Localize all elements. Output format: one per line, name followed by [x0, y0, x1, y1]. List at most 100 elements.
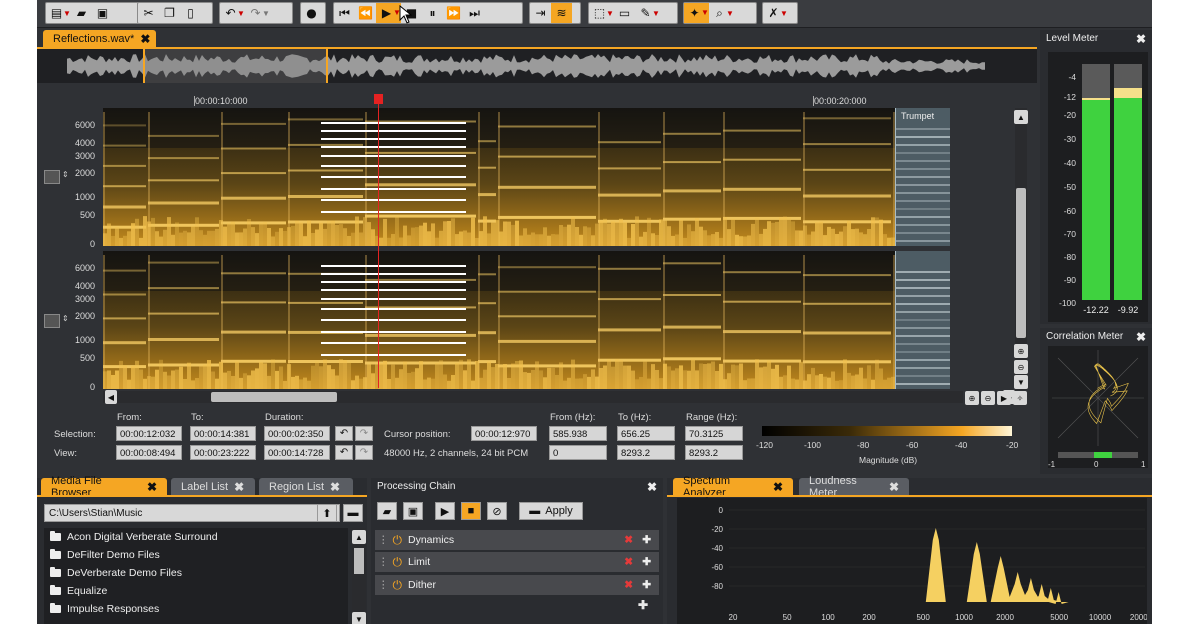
cursor-position-field[interactable]: 00:00:12:970 — [471, 426, 537, 441]
paste-icon[interactable]: ▯ — [180, 3, 201, 23]
record-icon[interactable]: ● — [301, 3, 322, 23]
freq-view-to-field[interactable]: 8293.2 — [617, 445, 675, 460]
bypass-chain-icon[interactable]: ⊘ — [487, 502, 507, 520]
scroll-down-icon[interactable]: ▼ — [1014, 375, 1028, 389]
channel-1-spinner-icon[interactable]: ⇕ — [62, 170, 69, 179]
zoom-in-horizontal-icon[interactable]: ⊕ — [965, 391, 979, 405]
scroll-right-end-icon[interactable]: ▶ — [997, 391, 1011, 405]
horizontal-scroll-thumb[interactable] — [211, 392, 337, 402]
undo-view-icon[interactable]: ↶ — [335, 445, 353, 460]
spectrogram-channel-2[interactable] — [103, 251, 950, 389]
scroll-down-icon[interactable]: ▼ — [352, 612, 366, 624]
remove-icon[interactable]: ✖ — [624, 579, 633, 591]
list-item[interactable]: Impulse Responses — [44, 600, 348, 618]
open-chain-icon[interactable]: ▰ — [377, 502, 397, 520]
chain-item-dynamics[interactable]: ⋮ ⏻ Dynamics ✖ ✚ — [375, 530, 659, 550]
remove-icon[interactable]: ✖ — [624, 556, 633, 568]
view-duration-field[interactable]: 00:00:14:728 — [264, 445, 330, 460]
close-icon[interactable]: ✖ — [140, 32, 150, 46]
view-from-field[interactable]: 00:00:08:494 — [116, 445, 182, 460]
stop-chain-icon[interactable]: ■ — [461, 502, 481, 520]
add-effect-icon[interactable]: ✚ — [638, 598, 648, 612]
power-icon[interactable]: ⏻ — [393, 533, 403, 548]
selection-duration-field[interactable]: 00:00:02:350 — [264, 426, 330, 441]
drag-handle-icon[interactable]: ⋮ — [378, 534, 389, 546]
power-icon[interactable]: ⏻ — [393, 578, 403, 593]
tab-loudness-meter[interactable]: Loudness Meter ✖ — [799, 475, 909, 499]
view-to-field[interactable]: 00:00:23:222 — [190, 445, 256, 460]
scroll-left-icon[interactable]: ◀ — [105, 390, 117, 404]
pause-icon[interactable]: ⏸ — [422, 3, 443, 23]
list-item[interactable]: Acon Digital Verberate Surround — [44, 528, 348, 546]
zoom-tool-icon[interactable]: ▭ — [614, 3, 635, 23]
selection-to-field[interactable]: 00:00:14:381 — [190, 426, 256, 441]
time-ruler[interactable]: 00:00:10:000 00:00:20:000 — [103, 96, 983, 108]
wrench-icon[interactable]: ✧ — [1013, 391, 1027, 405]
zoom-out-icon[interactable]: ⊖ — [1014, 360, 1028, 374]
open-folder-icon[interactable]: ▰ — [71, 3, 92, 23]
undo-selection-icon[interactable]: ↶ — [335, 426, 353, 441]
apply-button[interactable]: ▬ Apply — [519, 502, 583, 520]
zoom-out-horizontal-icon[interactable]: ⊖ — [981, 391, 995, 405]
close-icon[interactable]: ✖ — [773, 480, 783, 494]
vertical-scroll-thumb[interactable] — [1016, 188, 1026, 338]
add-icon[interactable]: ✚ — [642, 534, 651, 546]
freq-selection-from-field[interactable]: 585.938 — [549, 426, 607, 441]
chain-item-limit[interactable]: ⋮ ⏻ Limit ✖ ✚ — [375, 552, 659, 572]
freq-view-range-field[interactable]: 8293.2 — [685, 445, 743, 460]
play-chain-icon[interactable]: ▶ — [435, 502, 455, 520]
channel-2-toggle[interactable] — [44, 314, 60, 328]
browse-folder-icon[interactable]: ▬ — [343, 504, 363, 522]
close-icon[interactable]: ✖ — [1136, 30, 1146, 48]
channel-1-toggle[interactable] — [44, 170, 60, 184]
close-icon[interactable]: ✖ — [330, 480, 340, 494]
rewind-icon[interactable]: ⏪ — [355, 3, 376, 23]
drag-handle-icon[interactable]: ⋮ — [378, 579, 389, 591]
channel-2-spinner-icon[interactable]: ⇕ — [62, 314, 69, 323]
go-to-end-icon[interactable]: ⏭ — [464, 3, 485, 23]
tab-spectrum-analyzer[interactable]: Spectrum Analyzer ✖ — [673, 475, 793, 499]
close-icon[interactable]: ✖ — [234, 480, 244, 494]
save-chain-icon[interactable]: ▣ — [403, 502, 423, 520]
list-item[interactable]: DeFilter Demo Files — [44, 546, 348, 564]
close-icon[interactable]: ✖ — [147, 480, 157, 494]
file-list-scrollbar[interactable]: ▲ ▼ — [352, 528, 366, 624]
tab-region-list[interactable]: Region List ✖ — [259, 478, 353, 496]
chain-item-dither[interactable]: ⋮ ⏻ Dither ✖ ✚ — [375, 575, 659, 595]
vertical-scrollbar[interactable]: ▲ ⊕ ⊖ ▼ — [1014, 108, 1028, 390]
close-icon[interactable]: ✖ — [647, 478, 657, 496]
fast-forward-icon[interactable]: ⏩ — [443, 3, 464, 23]
copy-icon[interactable]: ❐ — [159, 3, 180, 23]
tab-media-file-browser[interactable]: Media File Browser ✖ — [41, 475, 167, 499]
path-combobox[interactable]: C:\Users\Stian\Music ⇕ — [44, 504, 340, 522]
spectrogram-channel-1[interactable] — [103, 108, 950, 246]
zoom-in-icon[interactable]: ⊕ — [1014, 344, 1028, 358]
close-icon[interactable]: ✖ — [1136, 328, 1146, 346]
freq-selection-range-field[interactable]: 70.3125 — [685, 426, 743, 441]
remove-icon[interactable]: ✖ — [624, 534, 633, 546]
tab-label-list[interactable]: Label List ✖ — [171, 478, 255, 496]
horizontal-scrollbar[interactable]: ◀ ▶ — [103, 390, 1015, 404]
redo-view-icon[interactable]: ↷ — [355, 445, 373, 460]
cut-icon[interactable]: ✂ — [138, 3, 159, 23]
file-list-scroll-thumb[interactable] — [354, 548, 364, 574]
list-item[interactable]: Equalize — [44, 582, 348, 600]
spectrogram-view-icon[interactable]: ≋ — [551, 3, 572, 23]
loop-icon[interactable]: ⇥ — [530, 3, 551, 23]
selection-from-field[interactable]: 00:00:12:032 — [116, 426, 182, 441]
up-folder-icon[interactable]: ⬆ — [317, 504, 337, 522]
list-item[interactable]: DeVerberate Demo Files — [44, 564, 348, 582]
overview-selection[interactable] — [143, 49, 328, 83]
go-to-start-icon[interactable]: ⏮ — [334, 3, 355, 23]
scroll-up-icon[interactable]: ▲ — [352, 530, 366, 544]
waveform-overview[interactable] — [37, 49, 1037, 83]
add-icon[interactable]: ✚ — [642, 579, 651, 591]
power-icon[interactable]: ⏻ — [393, 555, 403, 570]
add-icon[interactable]: ✚ — [642, 556, 651, 568]
region-label[interactable]: Trumpet — [901, 111, 934, 121]
redo-selection-icon[interactable]: ↷ — [355, 426, 373, 441]
freq-view-from-field[interactable]: 0 — [549, 445, 607, 460]
save-icon[interactable]: ▣ — [92, 3, 113, 23]
freq-selection-to-field[interactable]: 656.25 — [617, 426, 675, 441]
scroll-up-icon[interactable]: ▲ — [1014, 110, 1028, 124]
